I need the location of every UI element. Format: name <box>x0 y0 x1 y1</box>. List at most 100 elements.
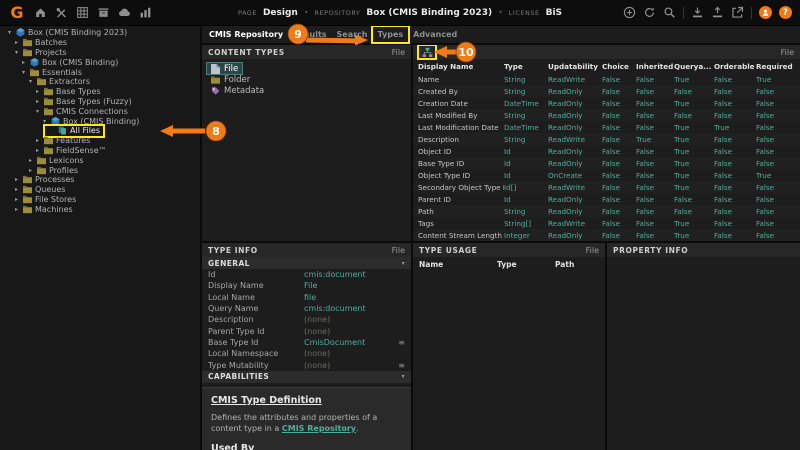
tree-item[interactable]: ▸ Profiles <box>0 165 200 175</box>
tree-item-all-files[interactable]: All Files <box>0 126 200 136</box>
expander-icon[interactable]: ▾ <box>20 69 27 76</box>
tree-item[interactable]: ▸ Machines <box>0 204 200 214</box>
column-header[interactable]: Updatability <box>548 62 602 71</box>
tree-item[interactable]: ▾ Box (CMIS Binding 2023) <box>0 28 200 38</box>
download-icon[interactable] <box>691 6 704 19</box>
column-header[interactable]: Required <box>756 62 795 71</box>
property-row[interactable]: Local Namespace (none) <box>202 348 411 359</box>
tree-item[interactable]: ▾ Box (CMIS Binding) <box>0 116 200 126</box>
property-row[interactable]: Type Mutability (none) ≡ <box>202 359 411 370</box>
expander-icon[interactable]: ▸ <box>34 137 41 144</box>
menu-icon[interactable]: ≡ <box>398 361 405 370</box>
content-type-item-metadata[interactable]: Metadata <box>207 85 268 96</box>
add-icon[interactable] <box>623 6 636 19</box>
cmis-repository-link[interactable]: CMIS Repository <box>282 424 356 433</box>
column-header[interactable]: Display Name <box>418 62 504 71</box>
chart-icon[interactable] <box>139 6 152 19</box>
tab-results[interactable]: Results <box>288 27 331 42</box>
help-icon[interactable]: ? <box>779 6 792 19</box>
expander-icon[interactable]: ▸ <box>34 88 41 95</box>
property-row[interactable]: Description (none) <box>202 314 411 325</box>
tree-item[interactable]: ▸ Batches <box>0 38 200 48</box>
property-row[interactable]: Display Name File <box>202 280 411 291</box>
column-header[interactable]: Choice <box>602 62 636 71</box>
expander-icon[interactable]: ▾ <box>13 49 20 56</box>
tree-item[interactable]: ▸ Box (CMIS Binding) <box>0 57 200 67</box>
box-icon[interactable] <box>97 6 110 19</box>
page-value[interactable]: Design <box>263 8 298 18</box>
expander-icon[interactable]: ▸ <box>13 186 20 193</box>
column-header[interactable]: Querya... <box>674 62 714 71</box>
tree-item[interactable]: ▾ Extractors <box>0 77 200 87</box>
tree-item[interactable]: ▸ Base Types (Fuzzy) <box>0 97 200 107</box>
expander-icon[interactable]: ▸ <box>13 176 20 183</box>
expander-icon[interactable]: ▸ <box>13 196 20 203</box>
share-icon[interactable] <box>731 6 744 19</box>
table-row[interactable]: Last Modified ByStringReadOnlyFalseFalse… <box>413 109 800 121</box>
tab-advanced[interactable]: Advanced <box>408 27 462 42</box>
table-row[interactable]: Base Type IDIdReadOnlyFalseFalseTrueFals… <box>413 157 800 169</box>
capabilities-section-header[interactable]: CAPABILITIES <box>202 371 411 383</box>
table-row[interactable]: Last Modification DateDateTimeReadOnlyFa… <box>413 121 800 133</box>
content-type-item-file[interactable]: File <box>207 63 242 74</box>
tab-types[interactable]: Types <box>373 27 409 42</box>
home-icon[interactable] <box>34 6 47 19</box>
table-row[interactable]: Object Type IDIdOnCreateFalseFalseTrueFa… <box>413 169 800 181</box>
column-header[interactable]: Name <box>419 260 497 269</box>
expander-icon[interactable]: ▸ <box>27 167 34 174</box>
property-row[interactable]: Id cmis:document <box>202 269 411 280</box>
expander-icon[interactable]: ▾ <box>6 29 13 36</box>
expander-icon[interactable]: ▸ <box>13 39 20 46</box>
tree-item[interactable]: ▸ FieldSense™ <box>0 146 200 156</box>
tree-item[interactable]: ▸ Base Types <box>0 87 200 97</box>
search-icon[interactable] <box>663 6 676 19</box>
property-row[interactable]: Query Name cmis:document <box>202 303 411 314</box>
tab-search[interactable]: Search <box>332 27 373 42</box>
general-section-header[interactable]: GENERAL <box>202 257 411 269</box>
column-header[interactable]: Path <box>555 260 599 269</box>
property-row[interactable]: Base Type Id CmisDocument ≡ <box>202 337 411 348</box>
tree-item[interactable]: ▾ CMIS Connections <box>0 106 200 116</box>
expander-icon[interactable]: ▸ <box>20 59 27 66</box>
table-row[interactable]: TagsString[]ReadWriteFalseFalseTrueFalse… <box>413 217 800 229</box>
property-row[interactable]: Parent Type Id (none) <box>202 325 411 336</box>
column-header[interactable]: Type <box>497 260 555 269</box>
expander-icon[interactable]: ▾ <box>27 78 34 85</box>
app-logo[interactable]: G <box>8 4 26 22</box>
user-icon[interactable] <box>759 6 772 19</box>
tree-item[interactable]: ▸ Lexicons <box>0 155 200 165</box>
content-type-item-folder[interactable]: Folder <box>207 74 254 85</box>
tree-item[interactable]: ▸ Processes <box>0 175 200 185</box>
table-row[interactable]: Content Stream LengthIntegerReadOnlyFals… <box>413 229 800 241</box>
expander-icon[interactable]: ▾ <box>41 118 48 125</box>
table-row[interactable]: Object IDIdReadOnlyFalseFalseTrueFalseFa… <box>413 145 800 157</box>
repository-value[interactable]: Box (CMIS Binding 2023) <box>366 8 492 18</box>
refresh-icon[interactable] <box>643 6 656 19</box>
column-header[interactable]: Type <box>504 62 548 71</box>
upload-icon[interactable] <box>711 6 724 19</box>
cloud-icon[interactable] <box>118 6 131 19</box>
table-row[interactable]: DescriptionStringReadWriteFalseTrueTrueF… <box>413 133 800 145</box>
expander-icon[interactable]: ▸ <box>13 206 20 213</box>
tab-cmis-repository[interactable]: CMIS Repository <box>204 27 288 42</box>
expander-icon[interactable]: ▸ <box>27 157 34 164</box>
property-row[interactable]: Local Name file <box>202 292 411 303</box>
table-row[interactable]: Creation DateDateTimeReadOnlyFalseFalseT… <box>413 97 800 109</box>
grid-icon[interactable] <box>76 6 89 19</box>
expander-icon[interactable]: ▸ <box>34 147 41 154</box>
table-row[interactable]: Secondary Object Type IDsId[]ReadWriteFa… <box>413 181 800 193</box>
table-row[interactable]: NameStringReadWriteFalseFalseTrueFalseTr… <box>413 73 800 85</box>
tree-item[interactable]: ▸ Queues <box>0 185 200 195</box>
tree-item[interactable]: ▾ Essentials <box>0 67 200 77</box>
column-header[interactable]: Inherited <box>636 62 674 71</box>
hierarchy-view-icon[interactable] <box>419 46 435 58</box>
column-header[interactable]: Orderable <box>714 62 756 71</box>
menu-icon[interactable]: ≡ <box>398 338 405 347</box>
table-row[interactable]: PathStringReadOnlyFalseFalseFalseFalseFa… <box>413 205 800 217</box>
table-row[interactable]: Parent IDIdReadOnlyFalseFalseFalseFalseF… <box>413 193 800 205</box>
expander-icon[interactable]: ▾ <box>34 108 41 115</box>
tree-item[interactable]: ▾ Projects <box>0 48 200 58</box>
table-row[interactable]: Created ByStringReadOnlyFalseFalseFalseF… <box>413 85 800 97</box>
tree-item[interactable]: ▸ Features <box>0 136 200 146</box>
tree-item[interactable]: ▸ File Stores <box>0 195 200 205</box>
